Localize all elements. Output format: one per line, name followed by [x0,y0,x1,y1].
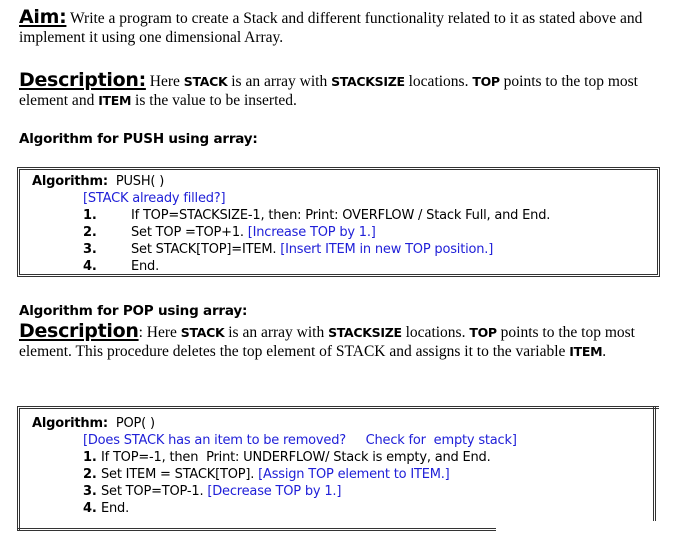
step-text: If TOP=-1, then Print: UNDERFLOW/ Stack … [101,450,491,465]
pop-box-right-border [653,406,659,521]
pop-box-bottom-border [17,528,496,534]
description-text: is the value to be inserted. [131,92,297,109]
step-number: 4. [83,259,97,274]
pop-algorithm-box: Algorithm: POP( ) [Does STACK has an item… [17,406,659,531]
step-number: 3. [83,484,97,499]
algorithm-label: Algorithm: [32,416,108,431]
aim-text: Write a program to create a Stack and di… [19,10,643,46]
step-text: Set TOP=TOP-1. [101,484,208,499]
algorithm-name: PUSH( ) [115,174,165,189]
algorithm-step: 1. If TOP=STACKSIZE-1, then: Print: OVERF… [32,207,657,224]
step-number: 1. [83,208,97,223]
step-comment: [Assign TOP element to ITEM.] [258,467,450,482]
step-number: 3. [83,242,97,257]
step-comment: [Increase TOP by 1.] [247,225,376,240]
step-text: Set STACK[TOP]=ITEM. [131,242,281,257]
step-text: End. [101,501,130,516]
pop-description-heading: Description [19,320,139,342]
step-text: Set TOP =TOP+1. [131,225,248,240]
keyword: STACKSIZE [328,325,402,340]
description-text: . [602,343,607,360]
step-number: 4. [83,501,97,516]
algorithm-step: 4. End. [32,258,657,275]
description-text: locations. [401,324,470,341]
description-text: is an array with [224,324,329,341]
description-text: locations. [404,73,473,90]
push-section-heading: Algorithm for PUSH using array: [19,131,258,147]
algorithm-step: 2. Set TOP =TOP+1. [Increase TOP by 1.] [32,224,657,241]
step-number: 1. [83,450,97,465]
algorithm-name: POP( ) [115,416,155,431]
keyword: STACK [183,74,228,89]
algorithm-comment: [Does STACK has an item to be removed? C… [83,433,517,448]
keyword: STACKSIZE [331,74,405,89]
keyword: TOP [472,74,500,89]
algorithm-step: 1. If TOP=-1, then Print: UNDERFLOW/ Stac… [32,449,659,466]
step-number: 2. [83,225,97,240]
description-text: Here [145,73,184,90]
algorithm-step: 3. Set TOP=TOP-1. [Decrease TOP by 1.] [32,483,659,500]
algorithm-title-line: Algorithm: PUSH( ) [32,173,657,190]
step-number: 2. [83,467,97,482]
aim-paragraph: Aim: Write a program to create a Stack a… [19,8,659,47]
keyword: TOP [469,325,497,340]
description-text: : Here [138,324,181,341]
algorithm-step: 4. End. [32,500,659,517]
algorithm-label: Algorithm: [32,174,108,189]
step-text: End. [131,259,160,274]
step-text: If TOP=STACKSIZE-1, then: Print: OVERFLO… [131,208,551,223]
step-comment: [Decrease TOP by 1.] [207,484,342,499]
algorithm-comment: [STACK already filled?] [83,191,226,206]
step-comment: [Insert ITEM in new TOP position.] [280,242,494,257]
description-text: is an array with [227,73,332,90]
push-algorithm-box: Algorithm: PUSH( ) [STACK already filled?… [17,167,660,277]
aim-heading: Aim: [19,6,67,28]
pop-section-heading: Algorithm for POP using array: [19,303,248,319]
algorithm-title-line: Algorithm: POP( ) [32,415,659,432]
algorithm-step: 2. Set ITEM = STACK[TOP]. [Assign TOP ele… [32,466,659,483]
keyword: STACK [180,325,225,340]
keyword: ITEM [98,93,132,108]
pop-description-paragraph: Description: Here STACK is an array with… [19,322,659,361]
description-heading: Description: [19,69,146,91]
algorithm-step: 3. Set STACK[TOP]=ITEM. [Insert ITEM in n… [32,241,657,258]
description-paragraph: Description: Here STACK is an array with… [19,71,659,110]
step-text: Set ITEM = STACK[TOP]. [101,467,259,482]
keyword: ITEM [569,344,603,359]
